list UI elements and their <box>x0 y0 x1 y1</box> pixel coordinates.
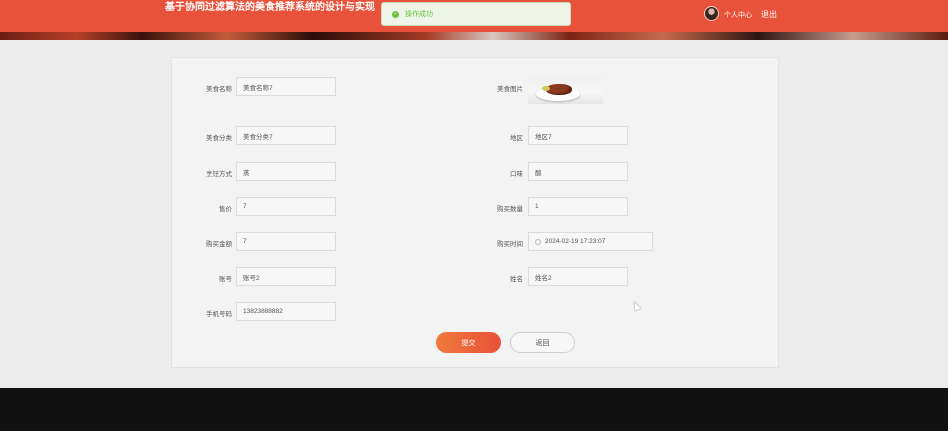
dish-shape <box>546 84 572 95</box>
account-label: 账号 <box>219 276 232 283</box>
quantity-label: 购买数量 <box>497 206 523 213</box>
food-name-label: 美食名称 <box>206 86 232 93</box>
check-circle-icon: ✓ <box>392 10 399 18</box>
food-name-input[interactable]: 美食名称7 <box>236 77 336 96</box>
taste-input[interactable]: 酸 <box>528 162 628 181</box>
app-title: 基于协同过滤算法的美食推荐系统的设计与实现 <box>165 2 375 13</box>
purchase-time-label: 购买时间 <box>497 241 523 248</box>
quantity-input[interactable]: 1 <box>528 197 628 216</box>
price-input[interactable]: 7 <box>236 197 336 216</box>
category-input[interactable]: 美食分类7 <box>236 126 336 145</box>
success-toast: ✓ 操作成功 <box>381 2 571 26</box>
food-image <box>528 77 603 104</box>
taste-label: 口味 <box>510 171 523 178</box>
phone-label: 手机号码 <box>206 311 232 318</box>
clock-icon <box>535 238 541 245</box>
cooking-method-label: 烹饪方式 <box>206 171 232 178</box>
user-center-link[interactable]: 个人中心 <box>724 10 752 20</box>
avatar[interactable] <box>704 6 719 21</box>
purchase-time-value: 2024-02-19 17:23:07 <box>545 238 606 245</box>
region-input[interactable]: 地区7 <box>528 126 628 145</box>
back-button[interactable]: 返回 <box>510 332 575 353</box>
purchase-time-input[interactable]: 2024-02-19 17:23:07 <box>528 232 653 251</box>
banner-image-strip <box>0 32 948 40</box>
food-image-label: 美食图片 <box>497 86 523 93</box>
logout-link[interactable]: 退出 <box>761 9 777 20</box>
name-input[interactable]: 姓名2 <box>528 267 628 286</box>
page-footer <box>0 388 948 431</box>
name-label: 姓名 <box>510 276 523 283</box>
category-label: 美食分类 <box>206 135 232 142</box>
toast-message: 操作成功 <box>405 11 433 18</box>
submit-button[interactable]: 提交 <box>436 332 501 353</box>
garnish-shape <box>542 86 550 91</box>
price-label: 售价 <box>219 206 232 213</box>
phone-input[interactable]: 13823888882 <box>236 302 336 321</box>
account-input[interactable]: 账号2 <box>236 267 336 286</box>
amount-input[interactable]: 7 <box>236 232 336 251</box>
region-label: 地区 <box>510 135 523 142</box>
amount-label: 购买金额 <box>206 241 232 248</box>
cooking-method-input[interactable]: 蒸 <box>236 162 336 181</box>
